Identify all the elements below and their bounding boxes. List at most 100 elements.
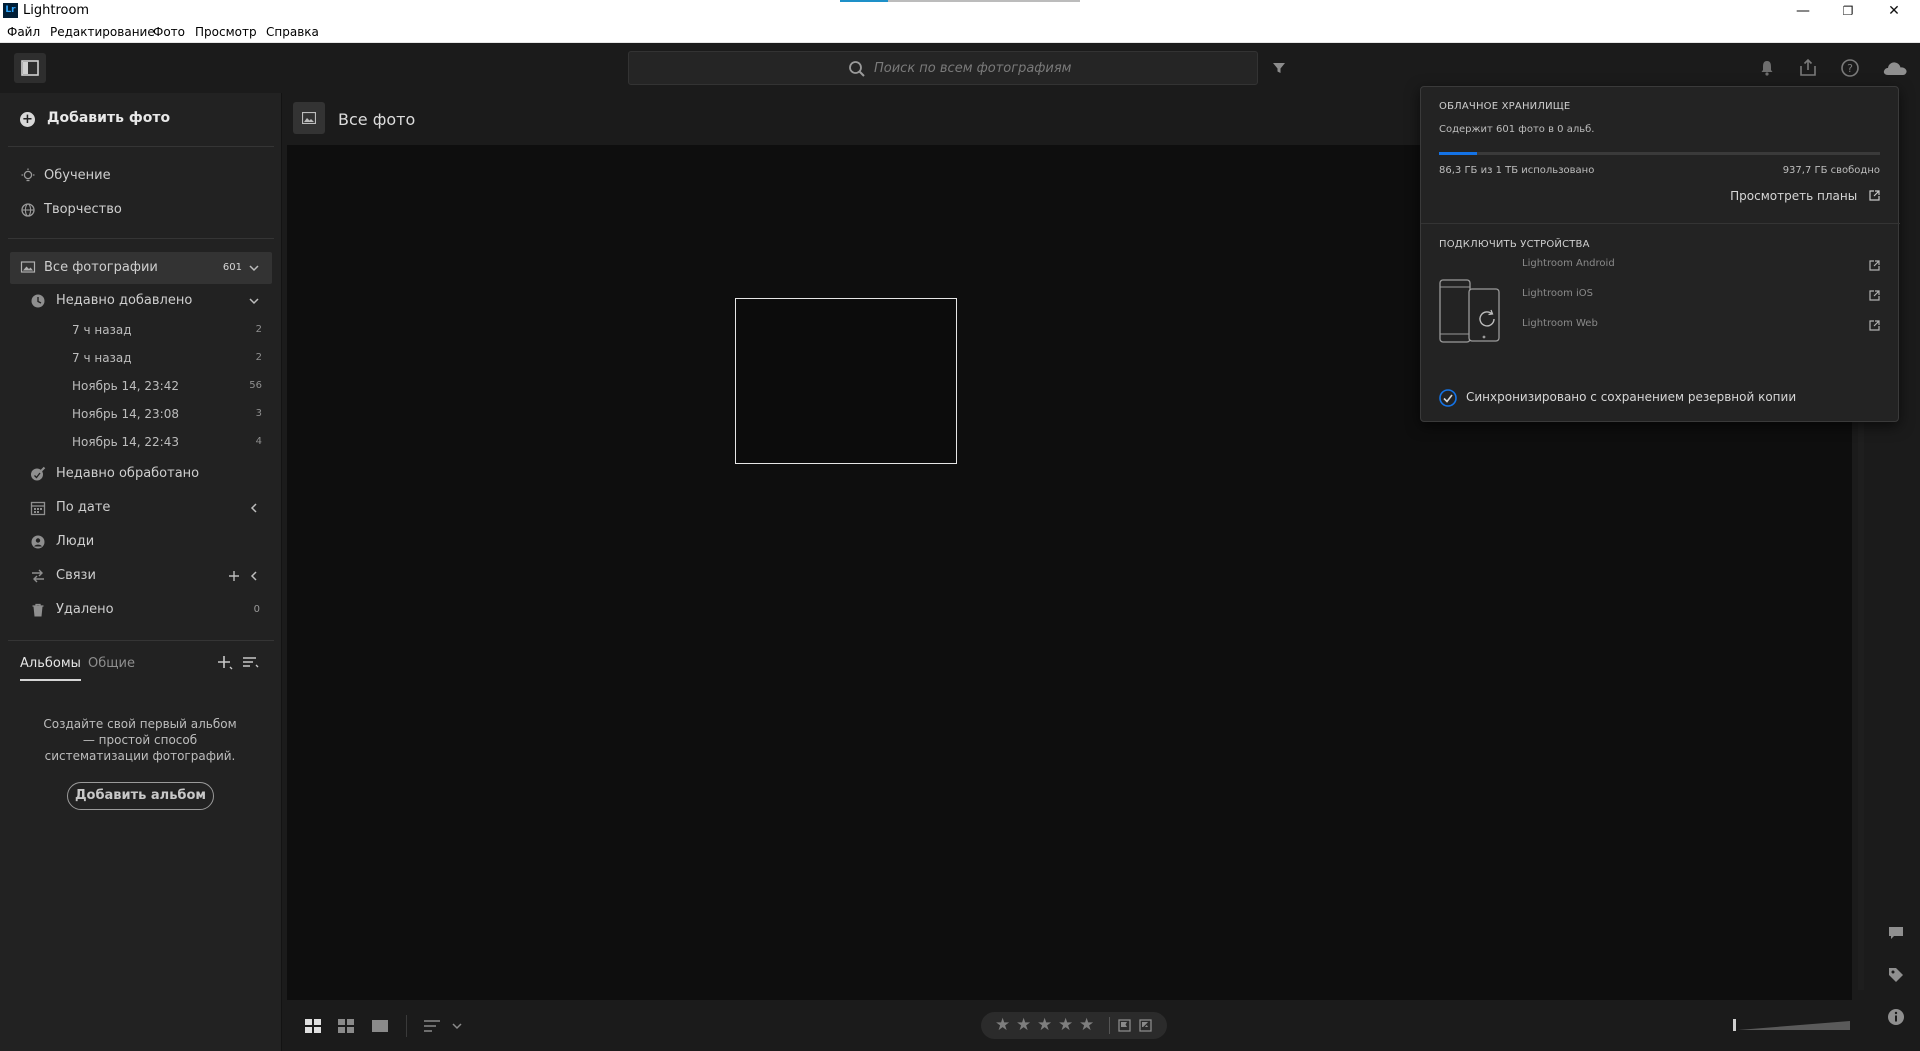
- device-ios[interactable]: Lightroom iOS: [1522, 288, 1593, 299]
- chevron-left-icon[interactable]: [248, 502, 260, 514]
- reject-flag-icon[interactable]: [1138, 1018, 1154, 1034]
- search-input[interactable]: [874, 58, 1234, 78]
- star-rating-4[interactable]: ★: [1058, 1016, 1073, 1034]
- sidebar-item-by-date[interactable]: По дате: [30, 494, 270, 522]
- cloud-storage-header: ОБЛАЧНОЕ ХРАНИЛИЩЕ: [1439, 101, 1571, 112]
- add-circle-icon: +: [20, 112, 35, 127]
- sidebar-item-learn[interactable]: Обучение: [10, 161, 272, 191]
- external-link-icon[interactable]: [1869, 320, 1880, 331]
- bell-icon[interactable]: [1756, 57, 1778, 79]
- sidebar-item-recently-added[interactable]: Недавно добавлено: [30, 287, 270, 315]
- menu-view[interactable]: Просмотр: [195, 25, 257, 39]
- sidebar-item-recently-edited[interactable]: Недавно обработано: [30, 460, 270, 488]
- tab-shared[interactable]: Общие: [88, 656, 135, 671]
- view-plans-link[interactable]: Просмотреть планы: [1730, 189, 1880, 203]
- chevron-down-icon[interactable]: [447, 1016, 467, 1036]
- pick-flag-icon[interactable]: [1117, 1018, 1133, 1034]
- date-label: 7 ч назад: [72, 351, 132, 365]
- restore-button[interactable]: ❐: [1828, 0, 1868, 22]
- sort-icon[interactable]: [422, 1016, 442, 1036]
- storage-usage-fill: [1439, 152, 1478, 155]
- star-rating-2[interactable]: ★: [1016, 1016, 1031, 1034]
- sidebar-item-label: Недавно обработано: [56, 466, 200, 481]
- menu-photo[interactable]: Фото: [153, 25, 185, 39]
- sidebar-item-creative[interactable]: Творчество: [10, 195, 272, 225]
- panel-toggle-button[interactable]: [14, 53, 46, 83]
- sync-check-icon: [1439, 389, 1457, 407]
- bottom-toolbar: ★ ★ ★ ★ ★: [287, 1000, 1855, 1051]
- edit-badge-icon: [31, 466, 46, 481]
- recent-date-item[interactable]: 7 ч назад 2: [72, 345, 262, 371]
- storage-usage-bar: [1439, 152, 1880, 155]
- vertical-scrollbar[interactable]: [1858, 420, 1864, 990]
- top-progress-strip: [840, 0, 1080, 2]
- thumbnail-size-slider[interactable]: [1732, 1018, 1852, 1032]
- album-tabs: Альбомы Общие: [20, 656, 270, 686]
- minimize-button[interactable]: —: [1783, 0, 1823, 22]
- photo-count: 601: [222, 262, 242, 273]
- share-icon[interactable]: [1797, 57, 1819, 79]
- sidebar-item-label: Недавно добавлено: [56, 293, 193, 308]
- star-rating-3[interactable]: ★: [1037, 1016, 1052, 1034]
- recent-date-item[interactable]: Ноябрь 14, 23:42 56: [72, 373, 262, 399]
- external-link-icon[interactable]: [1869, 290, 1880, 301]
- sidebar-item-all-photos[interactable]: Все фотографии 601: [10, 252, 272, 284]
- person-icon: [31, 535, 45, 549]
- comment-icon[interactable]: [1886, 923, 1906, 943]
- cloud-contents-text: Содержит 601 фото в 0 альб.: [1439, 124, 1595, 135]
- tab-albums[interactable]: Альбомы: [20, 656, 81, 681]
- sidebar-divider: [8, 146, 274, 147]
- sync-status-label: Синхронизировано с сохранением резервной…: [1466, 390, 1797, 404]
- popover-divider: [1421, 223, 1900, 224]
- sidebar-item-deleted[interactable]: Удалено 0: [30, 596, 270, 624]
- photo-thumbnail[interactable]: [735, 298, 957, 464]
- add-album-button[interactable]: Добавить альбом: [67, 782, 214, 810]
- star-rating-1[interactable]: ★: [995, 1016, 1010, 1034]
- chevron-down-icon[interactable]: [248, 262, 260, 274]
- date-label: 7 ч назад: [72, 323, 132, 337]
- left-sidebar: + Добавить фото Обучение Творчество Все …: [0, 93, 282, 1051]
- plus-icon[interactable]: [228, 570, 240, 582]
- external-link-icon[interactable]: [1869, 260, 1880, 271]
- device-android[interactable]: Lightroom Android: [1522, 258, 1615, 269]
- help-icon[interactable]: ?: [1839, 57, 1861, 79]
- panel-toggle-icon: [21, 60, 39, 76]
- filter-icon[interactable]: [1268, 57, 1290, 79]
- close-button[interactable]: ✕: [1874, 0, 1914, 22]
- star-rating-5[interactable]: ★: [1079, 1016, 1094, 1034]
- search-box[interactable]: [628, 51, 1258, 85]
- sidebar-item-label: Все фотографии: [44, 260, 158, 275]
- date-label: Ноябрь 14, 22:43: [72, 435, 179, 449]
- sidebar-item-label: Люди: [56, 534, 95, 549]
- info-icon[interactable]: [1886, 1007, 1906, 1027]
- photos-icon: [20, 261, 36, 273]
- recent-date-item[interactable]: 7 ч назад 2: [72, 317, 262, 343]
- window-title: Lightroom: [23, 3, 90, 18]
- album-empty-message: Создайте свой первый альбом — простой сп…: [43, 717, 237, 763]
- sort-albums-icon[interactable]: [242, 654, 260, 672]
- sidebar-divider: [8, 238, 274, 239]
- menu-help[interactable]: Справка: [266, 25, 319, 39]
- recent-date-item[interactable]: Ноябрь 14, 22:43 4: [72, 429, 262, 455]
- tag-icon[interactable]: [1886, 965, 1906, 985]
- storage-free-text: 937,7 ГБ свободно: [1782, 165, 1880, 176]
- clock-icon: [31, 294, 45, 308]
- sidebar-item-label: Связи: [56, 568, 96, 583]
- sidebar-item-connections[interactable]: Связи: [30, 562, 270, 590]
- chevron-down-icon[interactable]: [248, 295, 260, 307]
- add-album-plus-icon[interactable]: [216, 654, 234, 672]
- recent-date-item[interactable]: Ноябрь 14, 23:08 3: [72, 401, 262, 427]
- grid-icon[interactable]: [336, 1016, 356, 1036]
- cloud-icon[interactable]: [1881, 57, 1909, 79]
- single-view-icon[interactable]: [370, 1016, 390, 1036]
- chevron-left-icon[interactable]: [248, 570, 260, 582]
- device-web[interactable]: Lightroom Web: [1522, 318, 1598, 329]
- sidebar-item-people[interactable]: Люди: [30, 528, 270, 556]
- menu-file[interactable]: Файл: [7, 25, 40, 39]
- menu-edit[interactable]: Редактирование: [50, 25, 155, 39]
- date-label: Ноябрь 14, 23:08: [72, 407, 179, 421]
- date-label: Ноябрь 14, 23:42: [72, 379, 179, 393]
- view-plans-label: Просмотреть планы: [1730, 189, 1858, 203]
- square-grid-icon[interactable]: [303, 1016, 323, 1036]
- photo-view-toggle-button[interactable]: [293, 102, 325, 134]
